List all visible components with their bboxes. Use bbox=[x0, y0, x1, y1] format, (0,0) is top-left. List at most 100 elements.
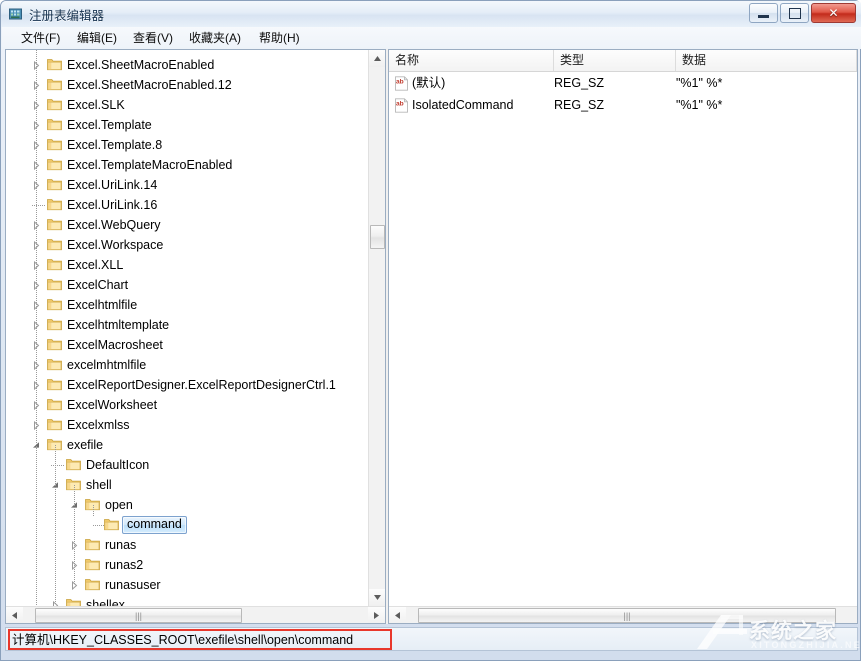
tree-item[interactable]: ExcelChart bbox=[6, 275, 369, 295]
tree-item[interactable]: Excelhtmltemplate bbox=[6, 315, 369, 335]
menu-item-4[interactable]: 收藏夹(A) bbox=[184, 30, 246, 47]
tree-item[interactable]: Excel.TemplateMacroEnabled bbox=[6, 155, 369, 175]
value-type: REG_SZ bbox=[554, 98, 605, 112]
tree-guide-line bbox=[74, 485, 75, 585]
status-bar: 计算机\HKEY_CLASSES_ROOT\exefile\shell\open… bbox=[5, 627, 858, 651]
menu-item-1[interactable]: 文件(F) bbox=[16, 30, 65, 47]
tree-item[interactable]: Excelxmlss bbox=[6, 415, 369, 435]
tree-item-label: Excel.SheetMacroEnabled.12 bbox=[67, 78, 232, 92]
tree-scroll-thumb[interactable] bbox=[370, 225, 385, 249]
chevron-left-icon bbox=[12, 612, 17, 619]
tree-item[interactable]: open bbox=[6, 495, 369, 515]
client-area: Excel.SheetMacroEnabled Excel.SheetMacroE… bbox=[5, 49, 858, 624]
tree-item-selected[interactable]: command bbox=[6, 515, 369, 535]
registry-values-pane[interactable]: 名称 类型 数据 ab (默认) REG_SZ "%1" %* ab IsolatedComm… bbox=[388, 49, 858, 624]
svg-text:ab: ab bbox=[396, 101, 404, 108]
folder-icon bbox=[47, 258, 62, 271]
tree-item[interactable]: ExcelReportDesigner.ExcelReportDesignerC… bbox=[6, 375, 369, 395]
chevron-right-icon bbox=[374, 612, 379, 619]
folder-icon bbox=[47, 98, 62, 111]
tree-guide-line bbox=[55, 445, 56, 605]
folder-icon bbox=[47, 298, 62, 311]
tree-item-label: Excelhtmlfile bbox=[67, 298, 138, 312]
close-button[interactable]: ✕ bbox=[811, 3, 856, 23]
tree-item-label: Excel.TemplateMacroEnabled bbox=[67, 158, 233, 172]
maximize-button[interactable] bbox=[780, 3, 809, 23]
tree-item[interactable]: Excel.SheetMacroEnabled bbox=[6, 55, 369, 75]
tree-item[interactable]: Excel.SLK bbox=[6, 95, 369, 115]
tree-item[interactable]: runasuser bbox=[6, 575, 369, 595]
tree-item[interactable]: shell bbox=[6, 475, 369, 495]
value-row[interactable]: ab IsolatedCommand REG_SZ "%1" %* bbox=[389, 95, 857, 116]
tree-item[interactable]: Excel.UriLink.14 bbox=[6, 175, 369, 195]
values-horizontal-scrollbar[interactable]: ||| bbox=[389, 606, 857, 623]
values-hscroll-thumb[interactable]: ||| bbox=[418, 608, 836, 623]
tree-hscroll-thumb[interactable]: ||| bbox=[35, 608, 242, 623]
tree-vertical-scrollbar[interactable] bbox=[368, 50, 385, 606]
tree-item-label: ExcelChart bbox=[67, 278, 129, 292]
values-scroll-left-button[interactable] bbox=[389, 607, 406, 623]
tree-scroll-down-button[interactable] bbox=[369, 589, 385, 606]
chevron-up-icon bbox=[374, 56, 381, 61]
folder-icon bbox=[47, 338, 62, 351]
menu-item-2[interactable]: 编辑(E) bbox=[72, 30, 122, 47]
tree-item-label: Excel.Template.8 bbox=[67, 138, 163, 152]
folder-icon bbox=[47, 378, 62, 391]
tree-guide-line bbox=[36, 50, 37, 606]
value-type: REG_SZ bbox=[554, 76, 605, 90]
tree-item[interactable]: Excelhtmlfile bbox=[6, 295, 369, 315]
tree-item[interactable]: ExcelMacrosheet bbox=[6, 335, 369, 355]
column-header-1[interactable]: 名称 bbox=[389, 50, 554, 71]
menu-item-5[interactable]: 帮助(H) bbox=[254, 30, 305, 47]
folder-icon bbox=[47, 358, 62, 371]
folder-icon bbox=[85, 558, 100, 571]
tree-item[interactable]: runas bbox=[6, 535, 369, 555]
tree-horizontal-scrollbar[interactable]: ||| bbox=[6, 606, 385, 623]
tree-item[interactable]: Excel.Template bbox=[6, 115, 369, 135]
tree-item-label: shell bbox=[86, 478, 112, 492]
tree-item-label: Excel.XLL bbox=[67, 258, 124, 272]
tree-guide-line bbox=[93, 525, 105, 526]
string-value-icon: ab bbox=[394, 98, 409, 113]
column-header-2[interactable]: 类型 bbox=[554, 50, 676, 71]
tree-scroll-right-button[interactable] bbox=[368, 607, 385, 623]
folder-icon bbox=[47, 218, 62, 231]
values-column-header[interactable]: 名称 类型 数据 bbox=[389, 50, 857, 72]
registry-key-tree[interactable]: Excel.SheetMacroEnabled Excel.SheetMacroE… bbox=[6, 50, 369, 606]
folder-icon bbox=[104, 518, 119, 531]
tree-item-label: Excelhtmltemplate bbox=[67, 318, 170, 332]
menu-item-3[interactable]: 查看(V) bbox=[128, 30, 178, 47]
close-icon: ✕ bbox=[828, 6, 839, 20]
tree-item-label: open bbox=[105, 498, 133, 512]
tree-item-label: Excel.SheetMacroEnabled bbox=[67, 58, 215, 72]
window-title: 注册表编辑器 bbox=[29, 9, 105, 23]
value-row[interactable]: ab (默认) REG_SZ "%1" %* bbox=[389, 73, 857, 94]
tree-item-label: Excel.UriLink.14 bbox=[67, 178, 158, 192]
folder-icon bbox=[47, 198, 62, 211]
title-bar[interactable]: 注册表编辑器 ✕ bbox=[1, 1, 861, 27]
tree-scroll-up-button[interactable] bbox=[369, 50, 385, 67]
folder-icon bbox=[66, 598, 81, 606]
tree-item[interactable]: runas2 bbox=[6, 555, 369, 575]
folder-icon bbox=[47, 238, 62, 251]
tree-scroll-left-button[interactable] bbox=[6, 607, 23, 623]
value-name: IsolatedCommand bbox=[412, 98, 514, 112]
minimize-button[interactable] bbox=[749, 3, 778, 23]
tree-item[interactable]: Excel.Workspace bbox=[6, 235, 369, 255]
tree-item[interactable]: Excel.SheetMacroEnabled.12 bbox=[6, 75, 369, 95]
registry-key-tree-pane[interactable]: Excel.SheetMacroEnabled Excel.SheetMacroE… bbox=[5, 49, 386, 624]
tree-item[interactable]: excelmhtmlfile bbox=[6, 355, 369, 375]
minimize-icon bbox=[750, 4, 777, 22]
folder-icon bbox=[47, 318, 62, 331]
tree-item-label: DefaultIcon bbox=[86, 458, 150, 472]
tree-item[interactable]: Excel.XLL bbox=[6, 255, 369, 275]
tree-item[interactable]: Excel.UriLink.16 bbox=[6, 195, 369, 215]
tree-item[interactable]: ExcelWorksheet bbox=[6, 395, 369, 415]
folder-icon bbox=[85, 538, 100, 551]
tree-item[interactable]: Excel.WebQuery bbox=[6, 215, 369, 235]
tree-item[interactable]: Excel.Template.8 bbox=[6, 135, 369, 155]
column-header-3[interactable]: 数据 bbox=[676, 50, 857, 71]
tree-item[interactable]: exefile bbox=[6, 435, 369, 455]
value-data: "%1" %* bbox=[676, 76, 723, 90]
tree-item[interactable]: shellex bbox=[6, 595, 369, 606]
